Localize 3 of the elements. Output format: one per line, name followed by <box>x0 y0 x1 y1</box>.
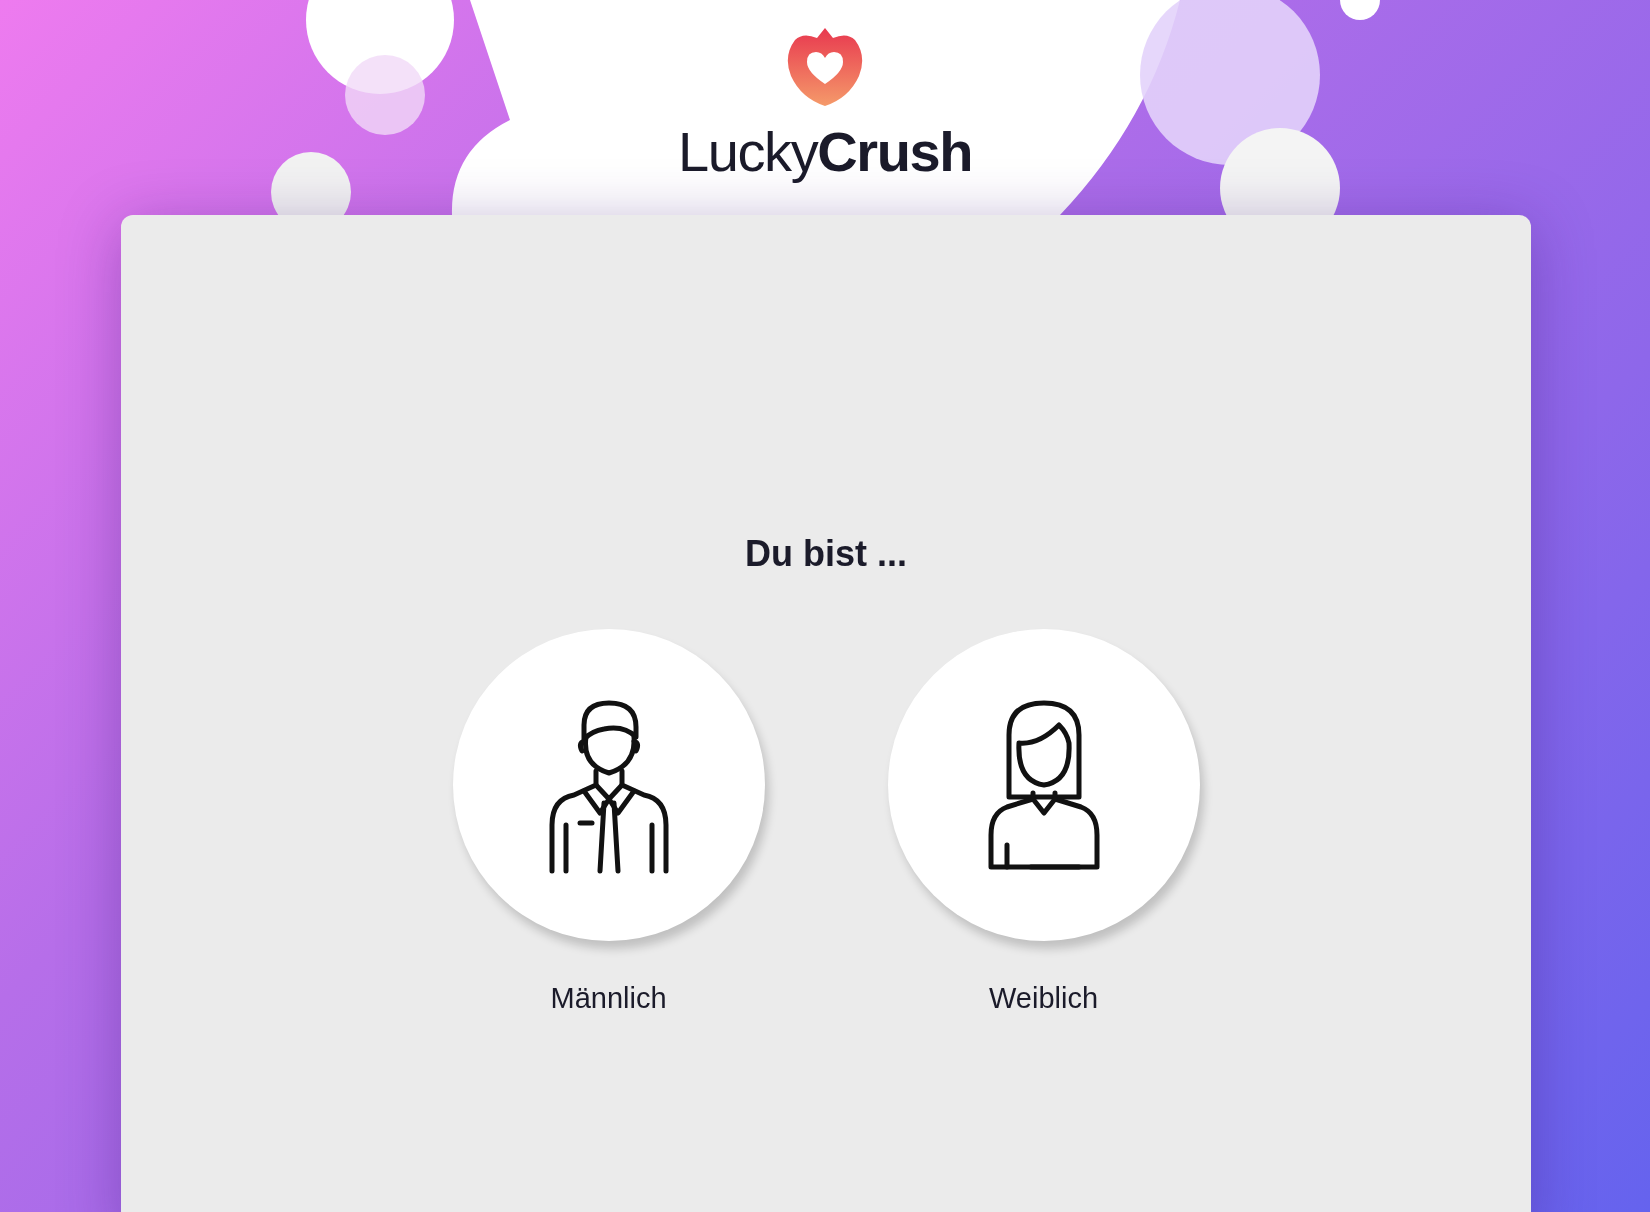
option-label: Weiblich <box>988 981 1099 1016</box>
question-heading: Du bist ... <box>745 532 907 576</box>
option-label: Männlich <box>550 981 667 1016</box>
